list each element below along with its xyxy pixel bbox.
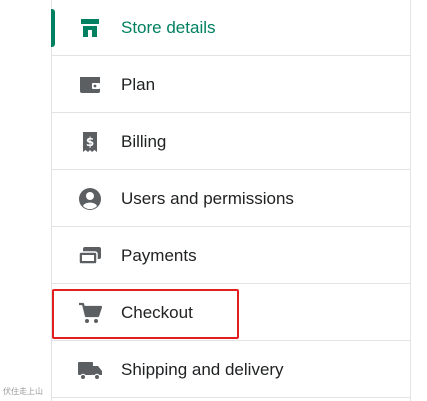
nav-item-shipping-and-delivery[interactable]: Shipping and delivery bbox=[52, 342, 410, 398]
nav-item-label: Shipping and delivery bbox=[121, 359, 284, 379]
nav-item-payments[interactable]: Payments bbox=[52, 228, 410, 284]
nav-item-label: Plan bbox=[121, 74, 156, 94]
nav-item-billing[interactable]: $ Billing bbox=[52, 114, 410, 170]
store-icon bbox=[77, 15, 103, 41]
nav-item-label: Users and permissions bbox=[121, 188, 294, 208]
nav-item-plan[interactable]: Plan bbox=[52, 57, 410, 113]
watermark: 伏住走上山 bbox=[3, 387, 43, 396]
nav-item-label: Billing bbox=[121, 131, 167, 151]
nav-item-users-and-permissions[interactable]: Users and permissions bbox=[52, 171, 410, 227]
cards-icon bbox=[77, 243, 103, 269]
dollar-receipt-icon: $ bbox=[77, 129, 103, 155]
active-indicator bbox=[51, 9, 55, 47]
nav-item-checkout[interactable]: Checkout bbox=[52, 285, 410, 341]
truck-icon bbox=[77, 357, 103, 383]
settings-page: Store details Plan $ Billing Users and p… bbox=[0, 0, 427, 401]
wallet-icon bbox=[77, 72, 103, 98]
nav-item-label: Payments bbox=[121, 245, 197, 265]
nav-item-store-details[interactable]: Store details bbox=[51, 0, 410, 56]
nav-item-label: Checkout bbox=[121, 302, 193, 322]
nav-item-label: Store details bbox=[121, 17, 216, 37]
user-circle-icon bbox=[77, 186, 103, 212]
settings-nav: Store details Plan $ Billing Users and p… bbox=[51, 0, 411, 401]
cart-icon bbox=[77, 300, 103, 326]
svg-text:$: $ bbox=[86, 135, 94, 149]
